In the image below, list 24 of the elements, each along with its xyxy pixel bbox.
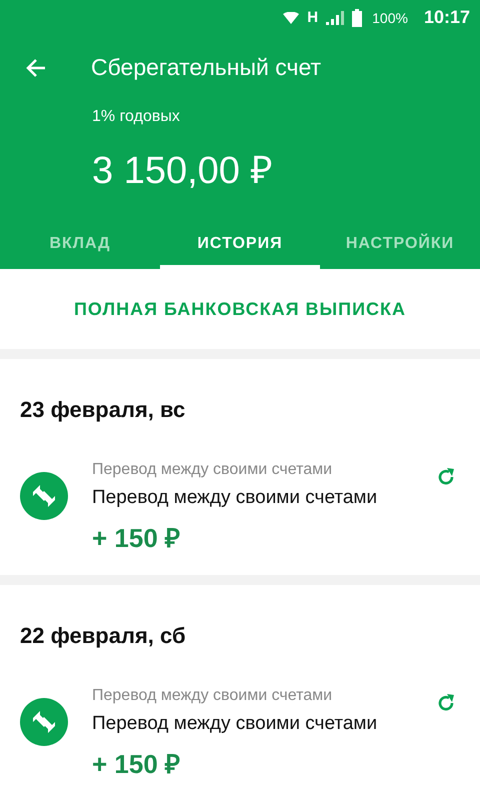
tab[interactable]: НАСТРОЙКИ bbox=[320, 214, 480, 269]
network-type: H bbox=[307, 9, 318, 26]
operation-amount: + 150 ₽ bbox=[92, 522, 182, 555]
repeat-icon[interactable] bbox=[436, 693, 456, 713]
transfer-arrows-icon bbox=[20, 472, 68, 520]
tab[interactable]: ВКЛАД bbox=[0, 214, 160, 269]
interest-rate: 1% годовых bbox=[91, 108, 181, 126]
operation-title: Перевод между своими счетами bbox=[92, 487, 378, 509]
signal-icon bbox=[326, 10, 344, 24]
battery-icon bbox=[352, 8, 362, 26]
repeat-icon[interactable] bbox=[436, 467, 456, 487]
account-title: Сберегательный счет bbox=[91, 54, 322, 81]
transfer-arrows-icon bbox=[20, 698, 68, 746]
operation-category: Перевод между своими счетами bbox=[92, 461, 334, 479]
battery-percent: 100% bbox=[372, 10, 408, 26]
back-arrow-icon[interactable] bbox=[25, 56, 47, 78]
operation-category: Перевод между своими счетами bbox=[92, 687, 334, 705]
date-heading: 23 февраля, вс bbox=[19, 397, 186, 423]
date-heading: 22 февраля, сб bbox=[19, 623, 187, 649]
clock: 10:17 bbox=[424, 7, 470, 28]
wifi-icon bbox=[283, 12, 300, 24]
operation-amount: + 150 ₽ bbox=[92, 748, 182, 781]
balance: 3 150,00 ₽ bbox=[91, 149, 274, 194]
operation-title: Перевод между своими счетами bbox=[92, 713, 378, 735]
